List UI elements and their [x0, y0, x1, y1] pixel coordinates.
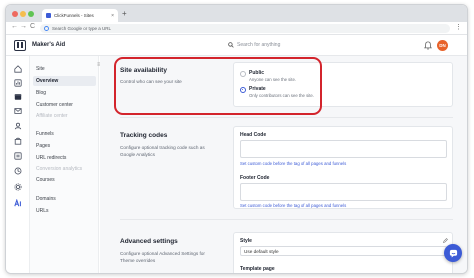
minimize-window-button[interactable]: [20, 11, 26, 17]
footer-code-help: Set custom code before the tag of all pa…: [240, 203, 347, 208]
new-tab-button[interactable]: +: [122, 9, 127, 19]
sidebar-item-overview[interactable]: Overview: [33, 76, 96, 86]
site-sidebar: Site Overview Blog Customer center Affil…: [30, 56, 99, 273]
highlight-annotation: [114, 57, 322, 115]
tab-title: ClickFunnels - Sites: [54, 13, 94, 18]
sidebar-item-site[interactable]: Site: [36, 64, 96, 74]
chat-bubble-icon: [449, 249, 457, 258]
orders-icon[interactable]: [14, 152, 22, 160]
tracking-codes-card: Head Code Set custom code before the tag…: [233, 126, 453, 209]
notification-bell-icon[interactable]: [424, 41, 432, 50]
ai-icon[interactable]: [14, 199, 22, 207]
chat-support-button[interactable]: [444, 244, 462, 262]
tracking-codes-title: Tracking codes: [120, 132, 168, 139]
tab-close-icon[interactable]: ×: [111, 13, 114, 19]
browser-toolbar: ← → C Search Google or type a URL ⋮: [6, 22, 467, 35]
advanced-settings-card: Style Use default style Template page: [233, 232, 453, 273]
sites-icon[interactable]: [14, 93, 22, 101]
edit-pencil-icon[interactable]: [443, 238, 448, 243]
back-arrow-icon[interactable]: ←: [11, 23, 18, 30]
sidebar-item-funnels[interactable]: Funnels: [36, 129, 96, 139]
sidebar-item-pages[interactable]: Pages: [36, 141, 96, 151]
home-icon[interactable]: [14, 65, 22, 73]
footer-code-label: Footer Code: [240, 175, 270, 181]
global-search[interactable]: Search for anything: [228, 42, 280, 48]
brand-logo-icon[interactable]: [14, 40, 26, 51]
maximize-window-button[interactable]: [28, 11, 34, 17]
icon-rail: [6, 56, 30, 273]
reload-icon[interactable]: C: [30, 23, 35, 30]
browser-window: ClickFunnels - Sites × + ← → C Search Go…: [5, 4, 468, 274]
browser-menu-icon[interactable]: ⋮: [455, 23, 462, 31]
settings-gear-icon[interactable]: [14, 183, 22, 191]
head-code-help: Set custom code before the tag of all pa…: [240, 161, 347, 166]
head-code-label: Head Code: [240, 132, 267, 138]
user-avatar[interactable]: DN: [437, 40, 448, 51]
search-icon: [228, 42, 234, 48]
advanced-settings-description: Configure optional Advanced Settings for…: [120, 251, 205, 263]
sidebar-item-urls[interactable]: URLs: [36, 206, 96, 216]
style-select[interactable]: Use default style: [240, 246, 447, 256]
analytics-icon[interactable]: [14, 79, 22, 87]
browser-tab[interactable]: ClickFunnels - Sites ×: [42, 9, 118, 22]
sidebar-item-courses[interactable]: Courses: [36, 175, 96, 185]
address-bar[interactable]: Search Google or type a URL: [40, 24, 450, 33]
contacts-icon[interactable]: [14, 122, 22, 130]
forward-arrow-icon[interactable]: →: [20, 23, 27, 30]
sidebar-item-blog[interactable]: Blog: [36, 88, 96, 98]
style-label: Style: [240, 238, 252, 244]
automation-icon[interactable]: [14, 167, 22, 175]
products-icon[interactable]: [14, 137, 22, 145]
google-g-icon: [44, 26, 49, 31]
section-divider: [120, 117, 453, 118]
sidebar-item-conversion-analytics[interactable]: Conversion analytics: [36, 164, 96, 174]
advanced-settings-title: Advanced settings: [120, 238, 178, 245]
sidebar-item-affiliate-center[interactable]: Affiliate center: [36, 111, 96, 121]
clickfunnels-favicon-icon: [46, 13, 51, 18]
workspace-name[interactable]: Maker's Aid: [32, 42, 65, 48]
template-page-label: Template page: [240, 266, 275, 272]
search-placeholder: Search for anything: [237, 42, 281, 48]
sidebar-item-domains[interactable]: Domains: [36, 194, 96, 204]
footer-code-field[interactable]: [240, 183, 447, 201]
tracking-codes-description: Configure optional tracking code such as…: [120, 145, 205, 157]
address-placeholder: Search Google or type a URL: [52, 26, 112, 31]
app-header: Maker's Aid Search for anything DN: [6, 35, 467, 56]
head-code-field[interactable]: [240, 140, 447, 158]
browser-tab-strip: ClickFunnels - Sites × +: [6, 5, 467, 22]
close-window-button[interactable]: [12, 11, 18, 17]
sidebar-item-customer-center[interactable]: Customer center: [36, 100, 96, 110]
sidebar-item-url-redirects[interactable]: URL redirects: [36, 153, 96, 163]
section-divider: [120, 219, 453, 220]
mail-icon[interactable]: [14, 107, 22, 115]
